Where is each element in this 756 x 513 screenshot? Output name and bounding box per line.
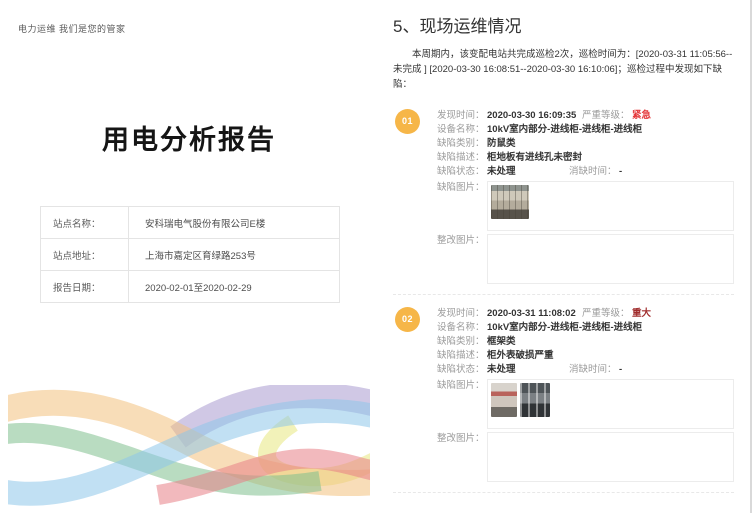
report-title: 用电分析报告 [8,118,370,157]
rectify-images-box [487,234,734,284]
defect-images-label: 缺陷图片： [437,379,487,429]
defect-category-label: 缺陷类别： [437,335,487,348]
found-time-value: 2020-03-30 16:09:35 [487,109,582,122]
defect-category-label: 缺陷类别： [437,137,487,150]
found-time-label: 发现时间： [437,109,487,122]
defect-desc-label: 缺陷描述： [437,349,487,362]
table-row: 报告日期： 2020-02-01至2020-02-29 [41,271,340,303]
report-date-value: 2020-02-01至2020-02-29 [129,271,340,303]
defect-category-value: 框架类 [487,335,516,348]
defect-images-box [487,181,734,231]
device-name-value: 10kV室内部分-进线柜-进线柜-进线柜 [487,321,642,334]
site-address-label: 站点地址： [41,239,129,271]
device-name-label: 设备名称： [437,123,487,136]
defect-desc-value: 柜地板有进线孔未密封 [487,151,582,164]
device-name-label: 设备名称： [437,321,487,334]
table-row: 站点地址： 上海市嘉定区育绿路253号 [41,239,340,271]
defect-photo-thumbnail[interactable] [520,383,550,417]
clear-time-value: - [619,165,622,178]
scrollbar-track[interactable] [750,0,752,513]
found-time-value: 2020-03-31 11:08:02 [487,307,582,320]
section-intro-text: 本周期内，该变配电站共完成巡检2次，巡检时间为：[2020-03-31 11:0… [393,47,734,93]
defect-status-label: 缺陷状态： [437,165,487,178]
report-date-label: 报告日期： [41,271,129,303]
record-number-badge: 02 [395,307,420,332]
found-time-label: 发现时间： [437,307,487,320]
ops-section-page: 5、现场运维情况 本周期内，该变配电站共完成巡检2次，巡检时间为：[2020-0… [384,0,746,513]
rectify-images-label: 整改图片： [437,234,487,284]
defect-photo-thumbnail[interactable] [491,383,517,417]
clear-time-label: 消缺时间： [569,165,619,178]
severity-value: 重大 [632,307,651,320]
clear-time-value: - [619,363,622,376]
defect-status-value: 未处理 [487,165,569,178]
clear-time-label: 消缺时间： [569,363,619,376]
defect-photo-thumbnail[interactable] [491,185,529,219]
site-address-value: 上海市嘉定区育绿路253号 [129,239,340,271]
device-name-value: 10kV室内部分-进线柜-进线柜-进线柜 [487,123,642,136]
severity-label: 严重等级： [582,307,632,320]
record-number-badge: 01 [395,109,420,134]
site-info-table: 站点名称： 安科瑞电气股份有限公司E楼 站点地址： 上海市嘉定区育绿路253号 … [40,206,340,303]
defect-record: 02 发现时间： 2020-03-31 11:08:02 严重等级： 重大 设备… [393,303,734,493]
defect-category-value: 防鼠类 [487,137,516,150]
severity-value: 紧急 [632,109,651,122]
rectify-images-label: 整改图片： [437,432,487,482]
defect-images-label: 缺陷图片： [437,181,487,231]
defect-status-value: 未处理 [487,363,569,376]
defect-record: 01 发现时间： 2020-03-30 16:09:35 严重等级： 紧急 设备… [393,105,734,295]
defect-status-label: 缺陷状态： [437,363,487,376]
defect-desc-label: 缺陷描述： [437,151,487,164]
brand-slogan: 电力运维 我们是您的管家 [18,22,126,35]
decorative-waves-graphic [8,385,370,507]
site-name-value: 安科瑞电气股份有限公司E楼 [129,207,340,239]
section-title: 5、现场运维情况 [393,12,734,37]
table-row: 站点名称： 安科瑞电气股份有限公司E楼 [41,207,340,239]
site-name-label: 站点名称： [41,207,129,239]
rectify-images-box [487,432,734,482]
report-preview: 电力运维 我们是您的管家 用电分析报告 站点名称： 安科瑞电气股份有限公司E楼 … [0,0,756,513]
defect-images-box [487,379,734,429]
defect-desc-value: 柜外表破损严重 [487,349,554,362]
cover-page: 电力运维 我们是您的管家 用电分析报告 站点名称： 安科瑞电气股份有限公司E楼 … [8,0,370,513]
severity-label: 严重等级： [582,109,632,122]
